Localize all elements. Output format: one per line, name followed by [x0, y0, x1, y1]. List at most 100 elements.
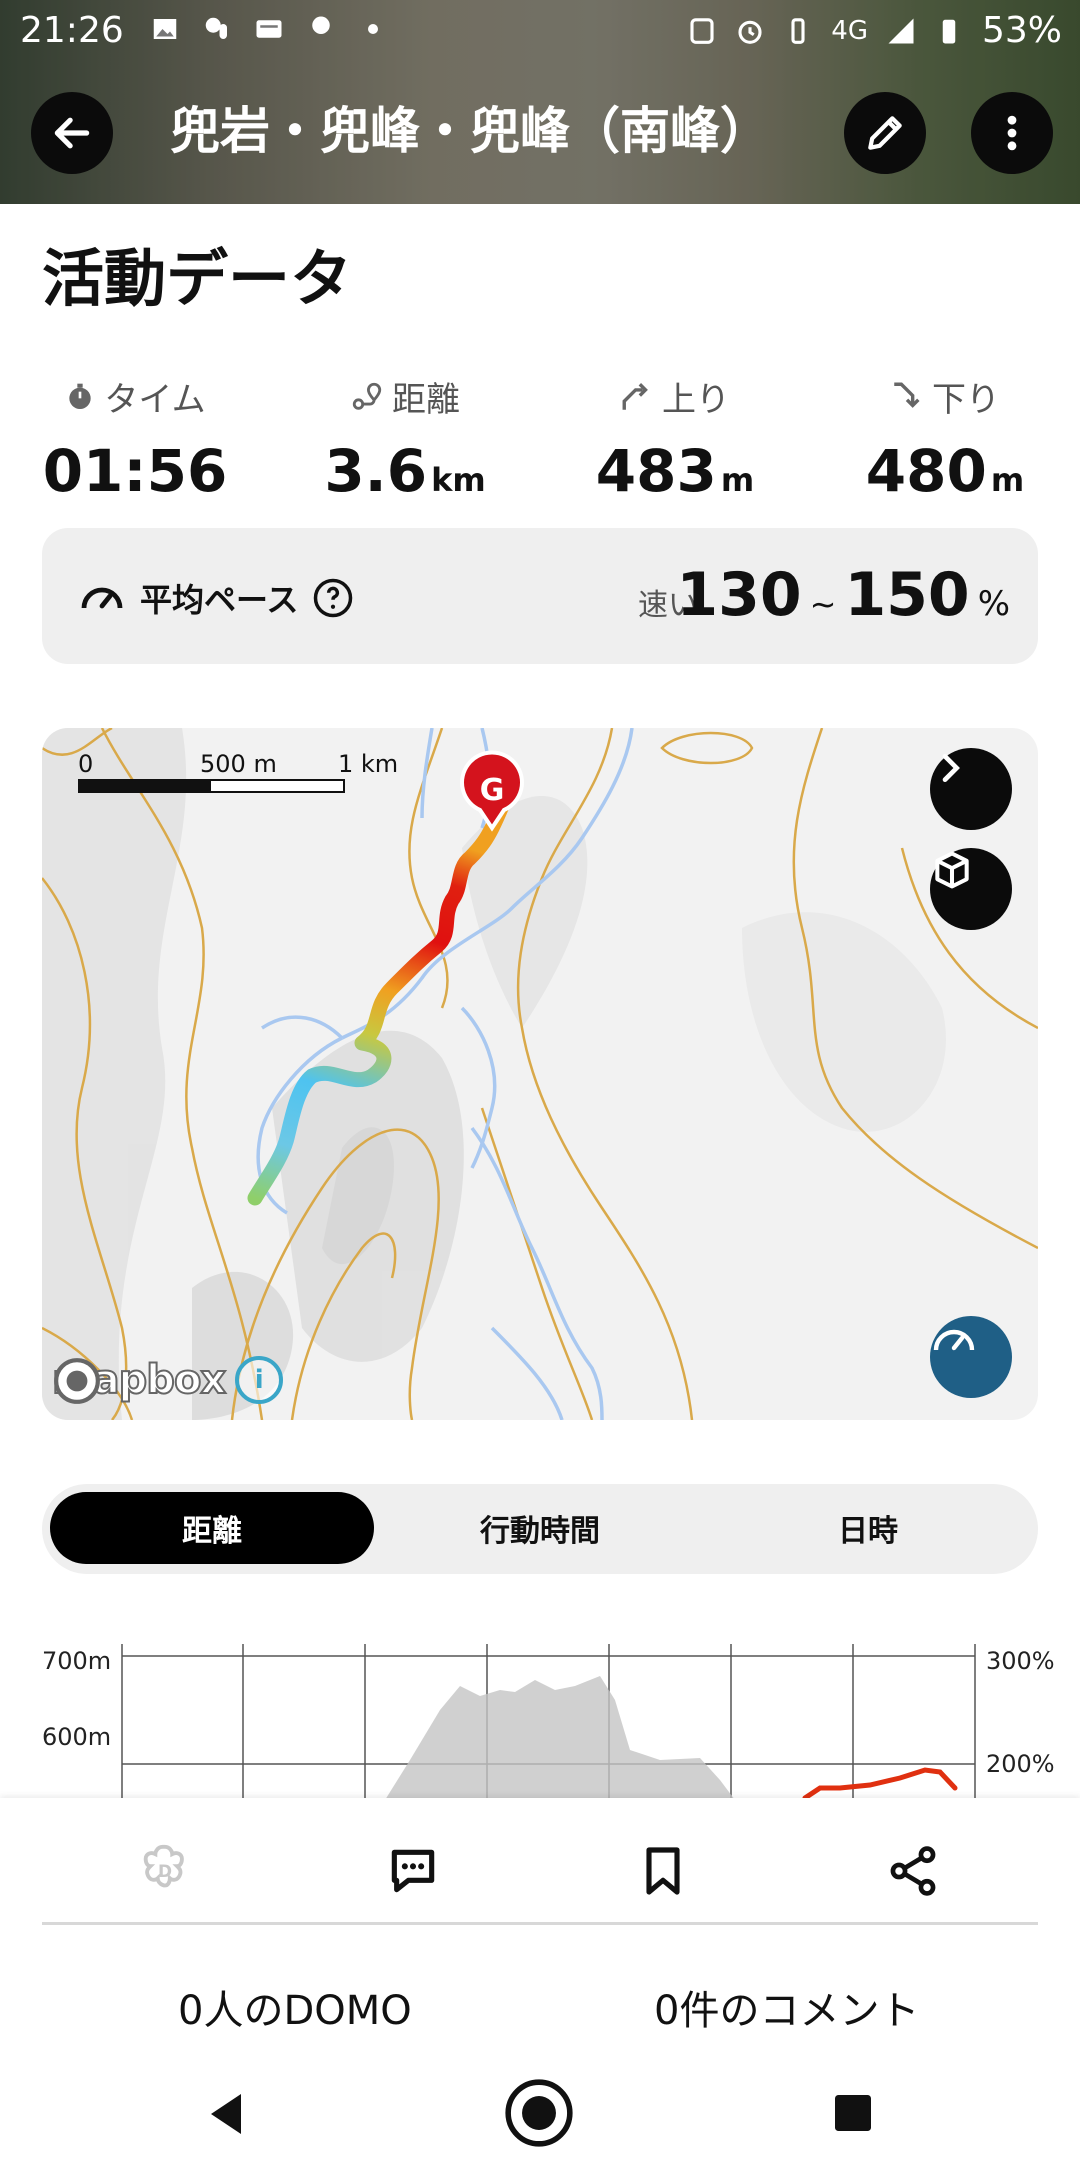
stat-ascent: 上り 483 m [540, 372, 810, 505]
battery-level: 53% [981, 10, 1062, 51]
pace-high: 150 [844, 560, 970, 630]
pace-range: 130 ~ 150 % [676, 560, 1010, 630]
domo-count[interactable]: 0人のDOMO [178, 1978, 412, 2036]
speedometer-icon [933, 1329, 975, 1351]
domo-button[interactable]: D [130, 1836, 200, 1906]
nav-home-icon[interactable] [502, 2076, 576, 2150]
share-button[interactable] [878, 1836, 948, 1906]
stat-distance-value: 3.6 [324, 437, 428, 505]
stat-distance: 距離 3.6 km [270, 372, 540, 505]
section-title: 活動データ [42, 242, 353, 315]
speedometer-icon [81, 587, 123, 609]
stat-time-value-row: 01:56 [0, 437, 270, 505]
scale-zero: 0 [78, 750, 94, 778]
nav-recents-icon[interactable] [826, 2086, 880, 2140]
elevation-chart: 700m 600m 300% 200% [0, 1620, 1080, 1800]
signal-icon [888, 18, 914, 43]
descent-icon [894, 382, 920, 408]
header-photo: 21:26 4G 53% 兜岩・兜峰・兜峰（南峰） [0, 0, 1080, 204]
comment-count[interactable]: 0件のコメント [654, 1978, 919, 2036]
route-icon [352, 382, 382, 410]
system-nav-bar [0, 2068, 1080, 2160]
elevation-area [385, 1676, 735, 1800]
comment-icon [391, 1849, 435, 1893]
stat-ascent-value: 483 [595, 437, 717, 505]
network-type: 4G [831, 15, 868, 46]
stat-ascent-unit: m [720, 461, 755, 499]
ascent-icon [622, 382, 648, 410]
map-3d-button[interactable] [930, 848, 1012, 930]
weather-icon [205, 17, 227, 39]
pace-label-row: 平均ペース [78, 574, 354, 622]
status-right: 4G 53% [687, 10, 1062, 51]
nfc-icon [690, 17, 714, 44]
stat-ascent-value-row: 483 m [540, 437, 810, 505]
status-bar: 21:26 4G 53% [0, 0, 1080, 62]
tab-moving-time[interactable]: 行動時間 [378, 1492, 702, 1564]
stat-descent-label: 下り [932, 380, 1000, 420]
nav-back-icon[interactable] [196, 2084, 256, 2144]
route-map[interactable]: G 0 500 m 1 km mapbox i [42, 728, 1038, 1420]
mapbox-attribution: mapbox i [51, 1356, 284, 1404]
stat-time-label: タイム [104, 380, 206, 420]
stat-time-value: 01:56 [42, 437, 228, 505]
stat-descent-unit: m [990, 461, 1025, 499]
notification-icons [150, 14, 388, 44]
stat-time-label-row: タイム [0, 372, 270, 421]
alarm-icon [738, 20, 762, 44]
mapbox-logo-icon [54, 1358, 100, 1404]
pace-tilde: ~ [809, 585, 837, 623]
pencil-icon [868, 116, 902, 150]
info-icon[interactable]: i [235, 1356, 284, 1404]
stat-time: タイム 01:56 [0, 372, 270, 505]
stat-ascent-label: 上り [662, 380, 730, 420]
cube-icon [935, 851, 969, 889]
pace-line [802, 1767, 958, 1800]
page-title: 兜岩・兜峰・兜峰（南峰） [170, 102, 770, 160]
chevron-right-icon [942, 754, 960, 782]
stat-distance-unit: km [431, 461, 486, 499]
battery-icon [942, 19, 956, 43]
pace-unit: % [977, 584, 1010, 624]
vibrate-icon [791, 17, 805, 44]
map-canvas: G [42, 728, 1038, 1420]
edit-button[interactable] [844, 92, 926, 174]
help-icon[interactable] [312, 577, 354, 619]
map-pace-button[interactable] [930, 1316, 1012, 1398]
pace-label: 平均ペース [140, 581, 299, 619]
stat-distance-label-row: 距離 [270, 372, 540, 421]
x-axis-toggle: 距離 行動時間 日時 [42, 1484, 1038, 1574]
stopwatch-icon [69, 383, 91, 409]
scale-bar [78, 779, 345, 793]
stat-descent: 下り 480 m [810, 372, 1080, 505]
dot-icon [368, 24, 378, 34]
svg-text:D: D [158, 1861, 172, 1881]
tab-distance[interactable]: 距離 [50, 1492, 374, 1564]
goal-marker-label: G [480, 773, 505, 808]
back-button[interactable] [31, 92, 113, 174]
rain-icon [312, 16, 330, 34]
map-expand-button[interactable] [930, 748, 1012, 830]
stat-descent-value-row: 480 m [810, 437, 1080, 505]
tab-datetime[interactable]: 日時 [706, 1492, 1030, 1564]
pace-low: 130 [676, 560, 802, 630]
more-button[interactable] [971, 92, 1053, 174]
stat-descent-label-row: 下り [810, 372, 1080, 421]
news-icon [256, 20, 282, 38]
bottom-action-bar: D 0人のDOMO 0件のコメント [0, 1798, 1080, 2160]
map-scale: 0 500 m 1 km [78, 750, 448, 800]
scale-max: 1 km [338, 750, 399, 778]
stat-distance-value-row: 3.6 km [270, 437, 540, 505]
comment-button[interactable] [378, 1836, 448, 1906]
stat-descent-value: 480 [865, 437, 987, 505]
bookmark-button[interactable] [628, 1836, 698, 1906]
image-icon [153, 19, 177, 39]
arrow-left-icon [54, 117, 90, 149]
more-vertical-icon [1007, 115, 1017, 151]
bookmark-icon [646, 1847, 680, 1895]
action-divider [42, 1922, 1038, 1925]
share-icon [890, 1846, 936, 1896]
scale-mid: 500 m [200, 750, 277, 778]
status-time: 21:26 [20, 10, 124, 51]
chart-canvas [121, 1644, 976, 1800]
